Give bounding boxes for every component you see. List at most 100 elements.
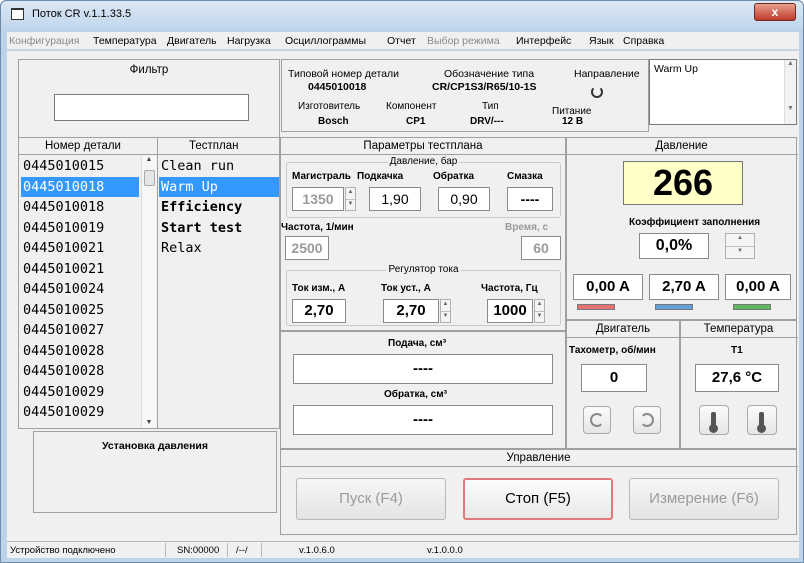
pump-pressure-field[interactable]: 1,90 — [369, 187, 421, 211]
part-number-list[interactable]: 0445010015 0445010018 0445010018 0445010… — [21, 156, 139, 423]
menu-help[interactable]: Справка — [623, 35, 664, 47]
control-title: Управление — [506, 452, 571, 464]
pressure-panel: Давление 266 Коэффициент заполнения 0,0%… — [566, 137, 798, 320]
time-field[interactable]: 60 — [521, 236, 561, 260]
current-frequency-spinner[interactable]: ▲ ▼ — [534, 299, 545, 323]
time-label: Время, с — [505, 222, 549, 233]
menu-configuration[interactable]: Конфигурация — [9, 35, 79, 47]
testplan-list[interactable]: Clean run Warm Up Efficiency Start test … — [159, 156, 279, 259]
notes-box[interactable]: Warm Up ▲ ▼ — [649, 59, 797, 125]
part-list-item[interactable]: 0445010015 — [21, 156, 139, 177]
current-frequency-field[interactable]: 1000 — [487, 299, 533, 323]
part-list-item[interactable]: 0445010019 — [21, 218, 139, 239]
current-3-indicator — [733, 304, 771, 310]
status-mode: /--/ — [236, 545, 248, 556]
type-number-label: Типовой номер детали — [288, 68, 400, 80]
duty-cycle-field[interactable]: 0,0% — [639, 233, 709, 259]
part-list-item[interactable]: 0445010018 — [21, 176, 139, 197]
type-value: DRV/--- — [470, 116, 504, 127]
tachometer-label: Тахометр, об/мин — [569, 345, 656, 356]
measure-button[interactable]: Измерение (F6) — [629, 478, 779, 520]
current-measured-field[interactable]: 2,70 — [292, 299, 346, 323]
return-label: Обратка — [433, 171, 475, 182]
rotation-direction-icon — [591, 86, 603, 98]
status-serial: SN:00000 — [177, 545, 220, 556]
current-set-spinner[interactable]: ▲ ▼ — [440, 299, 451, 323]
menu-report[interactable]: Отчет — [387, 35, 416, 47]
menu-motor[interactable]: Двигатель — [167, 35, 217, 47]
thermometer-button-2[interactable] — [747, 405, 777, 435]
lube-label: Смазка — [507, 171, 543, 182]
component-value: CP1 — [406, 116, 426, 127]
status-version-2: v.1.0.0.0 — [427, 545, 463, 556]
power-value: 12 В — [562, 116, 584, 127]
part-list-scrollbar[interactable]: ▲ ▼ — [141, 156, 156, 428]
current-1-field: 0,00 A — [573, 274, 643, 300]
part-list-item[interactable]: 0445010025 — [21, 300, 139, 321]
pressure-display: 266 — [623, 161, 743, 205]
rail-pressure-field[interactable]: 1350 — [292, 187, 344, 211]
scroll-down-icon[interactable]: ▼ — [142, 419, 156, 426]
rotate-ccw-button[interactable] — [583, 406, 611, 434]
current-2-field: 2,70 A — [649, 274, 719, 300]
current-measured-label: Ток изм., А — [292, 283, 346, 294]
part-list-item[interactable]: 0445010024 — [21, 279, 139, 300]
pressure-setting-title: Установка давления — [101, 440, 209, 452]
testplan-item[interactable]: Start test — [159, 218, 279, 239]
part-list-item[interactable]: 0445010021 — [21, 259, 139, 280]
lube-pressure-field[interactable]: ---- — [507, 187, 553, 211]
part-list-item[interactable]: 0445010029 — [21, 402, 139, 423]
return-flow-label: Обратка, см³ — [384, 389, 447, 400]
menu-interface[interactable]: Интерфейс — [516, 35, 571, 47]
part-list-item[interactable]: 0445010028 — [21, 341, 139, 362]
rail-pressure-spinner[interactable]: ▲ ▼ — [345, 187, 356, 211]
part-list-item[interactable]: 0445010021 — [21, 238, 139, 259]
menu-bar: Конфигурация Температура Двигатель Нагру… — [7, 32, 799, 50]
app-icon — [11, 8, 24, 20]
part-list-item[interactable]: 0445010028 — [21, 361, 139, 382]
close-button[interactable]: x — [754, 3, 796, 21]
window-title: Поток CR v.1.1.33.5 — [32, 8, 132, 20]
part-list-item[interactable]: 0445010027 — [21, 320, 139, 341]
frequency-field[interactable]: 2500 — [285, 236, 329, 260]
testplan-item[interactable]: Efficiency — [159, 197, 279, 218]
title-bar: Поток CR v.1.1.33.5 x — [1, 1, 803, 29]
part-list-item[interactable]: 0445010029 — [21, 382, 139, 403]
filter-panel: Фильтр — [18, 59, 280, 139]
temperature-field: 27,6 °C — [695, 364, 779, 392]
supply-field[interactable]: ---- — [293, 354, 553, 384]
testplan-item[interactable]: Clean run — [159, 156, 279, 177]
type-label: Тип — [482, 101, 499, 112]
menu-temperature[interactable]: Температура — [93, 35, 157, 47]
stop-button[interactable]: Стоп (F5) — [463, 478, 613, 520]
scroll-thumb[interactable] — [144, 170, 155, 186]
current-1-indicator — [577, 304, 615, 310]
manufacturer-label: Изготовитель — [298, 101, 361, 112]
part-list-item[interactable]: 0445010018 — [21, 197, 139, 218]
testplan-item[interactable]: Warm Up — [159, 176, 279, 197]
menu-mode-select[interactable]: Выбор режима — [427, 35, 500, 47]
menu-load[interactable]: Нагрузка — [227, 35, 271, 47]
part-list-header: Номер детали — [45, 140, 121, 152]
notes-text: Warm Up — [654, 63, 698, 75]
current-set-field[interactable]: 2,70 — [383, 299, 439, 323]
rotate-ccw-icon — [590, 413, 604, 427]
rotate-cw-button[interactable] — [633, 406, 661, 434]
part-info-panel: Типовой номер детали 0445010018 Обозначе… — [281, 59, 649, 132]
flow-panel: Подача, см³ ---- Обратка, см³ ---- — [280, 331, 566, 449]
duty-cycle-label: Коэффициент заполнения — [629, 217, 761, 228]
duty-cycle-spinner[interactable]: ▲ ▼ — [725, 233, 755, 259]
testplan-item[interactable]: Relax — [159, 238, 279, 259]
scroll-up-icon[interactable]: ▲ — [142, 156, 156, 163]
app-window: Поток CR v.1.1.33.5 x Конфигурация Темпе… — [0, 0, 804, 563]
pressure-group: Давление, бар Магистраль Подкачка Обратк… — [286, 156, 561, 218]
return-flow-field[interactable]: ---- — [293, 405, 553, 435]
pressure-group-label: Давление, бар — [387, 156, 460, 167]
notes-scrollbar[interactable]: ▲ ▼ — [784, 60, 796, 124]
return-pressure-field[interactable]: 0,90 — [438, 187, 490, 211]
menu-oscillograms[interactable]: Осциллограммы — [285, 35, 366, 47]
start-button[interactable]: Пуск (F4) — [296, 478, 446, 520]
menu-language[interactable]: Язык — [589, 35, 614, 47]
thermometer-button-1[interactable] — [699, 405, 729, 435]
filter-input[interactable] — [54, 94, 249, 121]
